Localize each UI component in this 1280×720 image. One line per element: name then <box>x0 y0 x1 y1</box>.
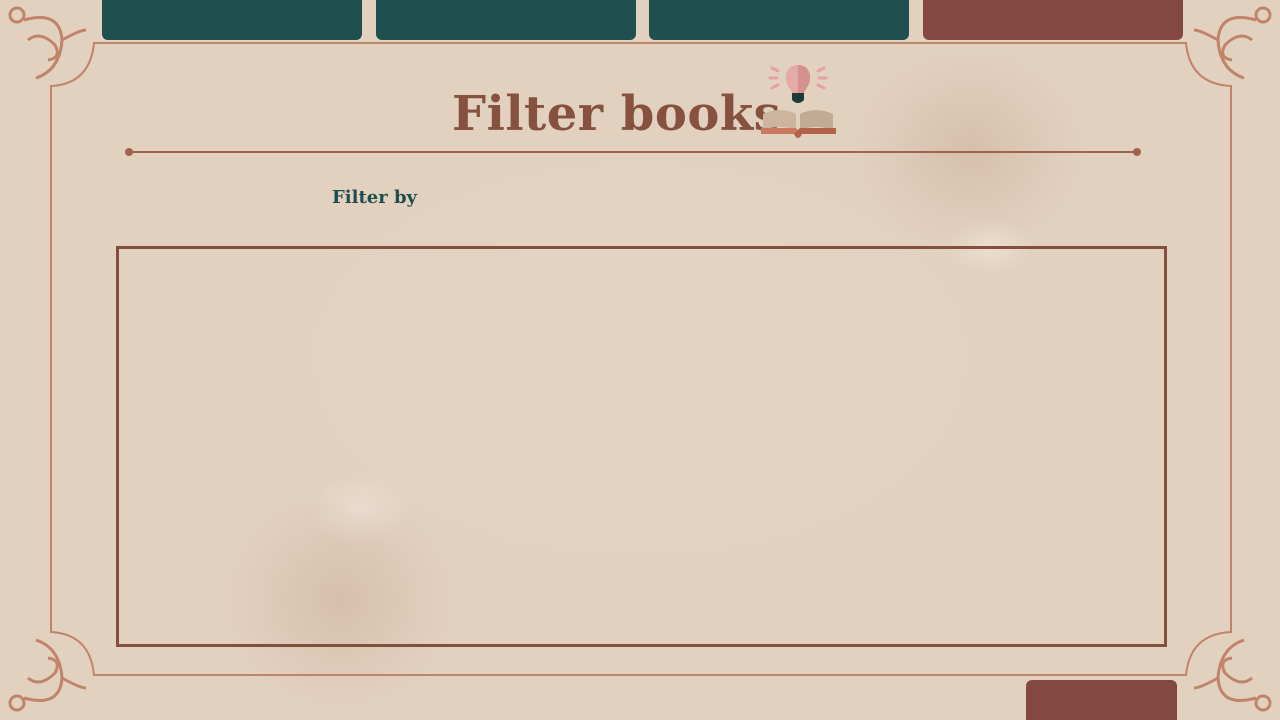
nav-tab-4[interactable] <box>923 0 1183 40</box>
nav-tab-3[interactable] <box>649 0 909 40</box>
results-panel <box>116 246 1167 647</box>
filter-by-label: Filter by <box>332 187 418 208</box>
corner-ornament-top-left <box>8 6 87 80</box>
nav-tab-1[interactable] <box>102 0 362 40</box>
corner-ornament-bottom-left <box>8 638 87 712</box>
corner-ornament-bottom-right <box>1193 638 1272 712</box>
page-title: Filter books <box>452 86 782 142</box>
corner-ornament-top-right <box>1193 6 1272 80</box>
rule-dot-right <box>1133 148 1141 156</box>
next-button[interactable] <box>1026 680 1177 720</box>
lightbulb-book-icon <box>761 65 836 138</box>
title-divider <box>128 151 1137 153</box>
nav-tab-2[interactable] <box>376 0 636 40</box>
